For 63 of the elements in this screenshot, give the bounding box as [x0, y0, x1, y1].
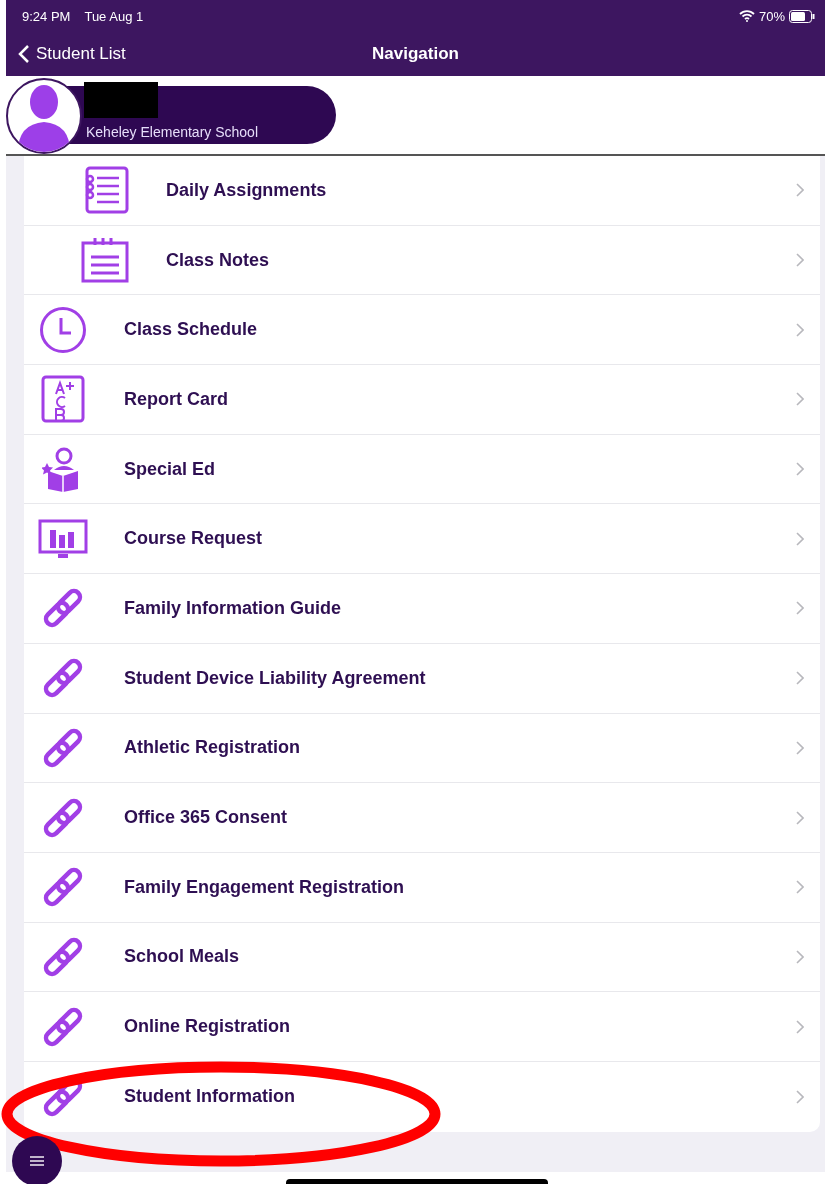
menu-row[interactable]: Athletic Registration: [24, 713, 820, 784]
menu-label: School Meals: [124, 946, 241, 968]
chevron-icon: [796, 880, 804, 895]
chevron-icon: [796, 1019, 804, 1034]
chevron-icon: [796, 601, 804, 616]
menu-label: Report Card: [124, 388, 229, 410]
chevron-icon: [796, 740, 804, 755]
link-icon: [42, 1005, 84, 1048]
menu-row[interactable]: Student Device Liability Agreement: [24, 643, 820, 714]
status-time: 9:24 PM: [22, 8, 71, 24]
notepad-icon: [81, 237, 129, 284]
bar-chart-icon: [38, 518, 88, 559]
menu-label: Office 365 Consent: [124, 807, 289, 829]
menu-row[interactable]: Daily Assignments: [24, 156, 820, 226]
menu-label: Student Information: [124, 1086, 296, 1108]
menu-label: Class Schedule: [124, 319, 259, 341]
nav-title: Navigation: [372, 44, 459, 64]
back-chevron-icon: [18, 44, 30, 64]
battery-icon: [789, 9, 815, 23]
menu-label: Family Engagement Registration: [124, 876, 406, 898]
menu-row[interactable]: Class Schedule: [24, 295, 820, 366]
link-icon: [42, 796, 84, 839]
chevron-icon: [796, 949, 804, 964]
clock-icon: [39, 305, 87, 354]
menu-label: Class Notes: [166, 249, 271, 271]
back-button[interactable]: Student List: [18, 44, 126, 64]
menu-icon: [29, 1155, 45, 1167]
battery-percent: 70%: [758, 8, 785, 24]
menu-row[interactable]: Report Card: [24, 365, 820, 435]
menu-label: Athletic Registration: [124, 737, 302, 759]
menu-row[interactable]: Special Ed: [24, 434, 820, 505]
menu-label: Course Request: [124, 528, 264, 550]
menu-label: Family Information Guide: [124, 597, 343, 619]
wifi-icon: [738, 10, 755, 22]
status-date: Tue Aug 1: [84, 8, 144, 24]
chevron-icon: [796, 322, 804, 337]
menu-row[interactable]: School Meals: [24, 922, 820, 993]
menu-label: Student Device Liability Agreement: [124, 667, 427, 689]
chevron-icon: [796, 462, 804, 477]
menu-row[interactable]: Student Information: [24, 1061, 820, 1132]
grade-card-icon: [41, 375, 85, 424]
chevron-icon: [796, 810, 804, 825]
chevron-icon: [796, 671, 804, 686]
chevron-icon: [796, 1089, 804, 1104]
menu-label: Online Registration: [124, 1016, 292, 1038]
link-icon: [42, 935, 84, 978]
menu-row[interactable]: Class Notes: [24, 225, 820, 296]
school-name: Keheley Elementary School: [86, 124, 259, 140]
link-icon: [42, 866, 84, 909]
link-icon: [42, 726, 84, 769]
menu-label: Daily Assignments: [166, 179, 328, 201]
chevron-icon: [796, 531, 804, 546]
menu-row[interactable]: Family Information Guide: [24, 574, 820, 644]
menu-row[interactable]: Office 365 Consent: [24, 783, 820, 853]
menu-row[interactable]: Family Engagement Registration: [24, 852, 820, 923]
chevron-icon: [796, 392, 804, 407]
menu-label: Special Ed: [124, 458, 217, 480]
chevron-icon: [796, 253, 804, 268]
chevron-icon: [796, 183, 804, 198]
link-icon: [42, 657, 84, 700]
menu-row[interactable]: Online Registration: [24, 992, 820, 1062]
menu-row[interactable]: Course Request: [24, 504, 820, 575]
link-icon: [42, 587, 84, 630]
